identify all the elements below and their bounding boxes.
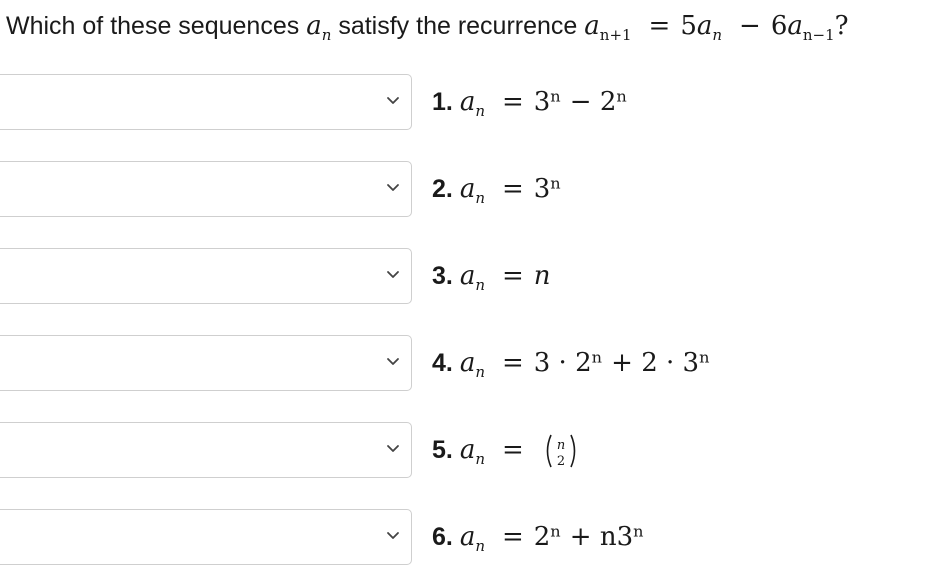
question-t1-sub: n (712, 26, 723, 44)
option-eq: = (501, 174, 524, 204)
option-var: a (459, 174, 476, 204)
option-sub: n (475, 450, 485, 468)
option-sub: n (475, 276, 485, 294)
option-sub: n (475, 102, 485, 120)
chevron-down-icon (387, 532, 399, 539)
option-label-1: 1. an = 3ⁿ − 2ⁿ (432, 74, 628, 130)
option-expr: 3ⁿ − 2ⁿ (533, 87, 628, 117)
question-c1: 5 (680, 11, 697, 41)
answer-select-2[interactable] (0, 161, 412, 217)
answer-select-5[interactable] (0, 422, 412, 478)
question-t1-var: a (696, 11, 713, 41)
option-label-3: 3. an = n (432, 248, 551, 304)
option-number: 4. (432, 349, 453, 377)
chevron-down-icon (387, 358, 399, 365)
answer-row: 3. an = n (0, 248, 946, 308)
option-var: a (459, 435, 476, 465)
question-text: Which of these sequences an satisfy the … (6, 6, 849, 46)
binomial-coefficient: n 2 (546, 435, 576, 469)
answer-row: 5. an = n 2 (0, 422, 946, 482)
option-eq: = (501, 435, 524, 465)
option-label-2: 2. an = 3ⁿ (432, 161, 562, 217)
page: Which of these sequences an satisfy the … (0, 0, 946, 574)
question-t2-var: a (787, 11, 803, 41)
answer-select-1[interactable] (0, 74, 412, 130)
question-c2: 6 (770, 11, 788, 41)
chevron-down-icon (387, 97, 399, 104)
option-label-6: 6. an = 2ⁿ + n3ⁿ (432, 509, 644, 565)
option-number: 2. (432, 175, 453, 203)
option-number: 6. (432, 523, 453, 551)
answer-select-3[interactable] (0, 248, 412, 304)
binomial-left-paren (546, 435, 552, 468)
question-lhs-sub: n+1 (599, 26, 632, 44)
binomial-right-paren (569, 435, 576, 468)
option-eq: = (501, 348, 524, 378)
binomial-top: n (557, 438, 565, 453)
option-var: a (459, 87, 476, 117)
option-var: a (459, 261, 476, 291)
option-sub: n (475, 189, 485, 207)
question-end: ? (834, 11, 849, 41)
option-number: 3. (432, 262, 453, 290)
option-expr: 3ⁿ (533, 174, 562, 204)
answer-select-4[interactable] (0, 335, 412, 391)
option-var: a (459, 522, 476, 552)
binomial-bottom: 2 (557, 454, 565, 469)
option-number: 1. (432, 88, 453, 116)
question-prefix: Which of these sequences (6, 12, 300, 40)
option-label-4: 4. an = 3 · 2ⁿ + 2 · 3ⁿ (432, 335, 710, 391)
question-t2-sub: n−1 (802, 26, 835, 44)
option-var: a (459, 348, 476, 378)
option-expr: n (533, 261, 551, 291)
answer-row: 4. an = 3 · 2ⁿ + 2 · 3ⁿ (0, 335, 946, 395)
option-eq: = (501, 522, 524, 552)
option-expr: 2ⁿ + n3ⁿ (533, 522, 645, 552)
answer-row: 1. an = 3ⁿ − 2ⁿ (0, 74, 946, 134)
answer-row: 2. an = 3ⁿ (0, 161, 946, 221)
option-expr: 3 · 2ⁿ + 2 · 3ⁿ (533, 348, 711, 378)
option-number: 5. (432, 436, 453, 464)
chevron-down-icon (387, 184, 399, 191)
chevron-down-icon (387, 271, 399, 278)
option-sub: n (475, 537, 485, 555)
question-middle: satisfy the recurrence (338, 12, 578, 40)
option-eq: = (501, 87, 524, 117)
question-minus: − (739, 11, 761, 41)
option-sub: n (475, 363, 485, 381)
question-lhs-var: a (584, 11, 600, 41)
answer-row: 6. an = 2ⁿ + n3ⁿ (0, 509, 946, 569)
question-eq: = (648, 11, 671, 41)
chevron-down-icon (387, 445, 399, 452)
option-eq: = (501, 261, 524, 291)
question-seq-var: a (306, 11, 322, 41)
option-label-5: 5. an = n 2 (432, 422, 581, 478)
question-seq-sub: n (321, 26, 332, 44)
answer-select-6[interactable] (0, 509, 412, 565)
